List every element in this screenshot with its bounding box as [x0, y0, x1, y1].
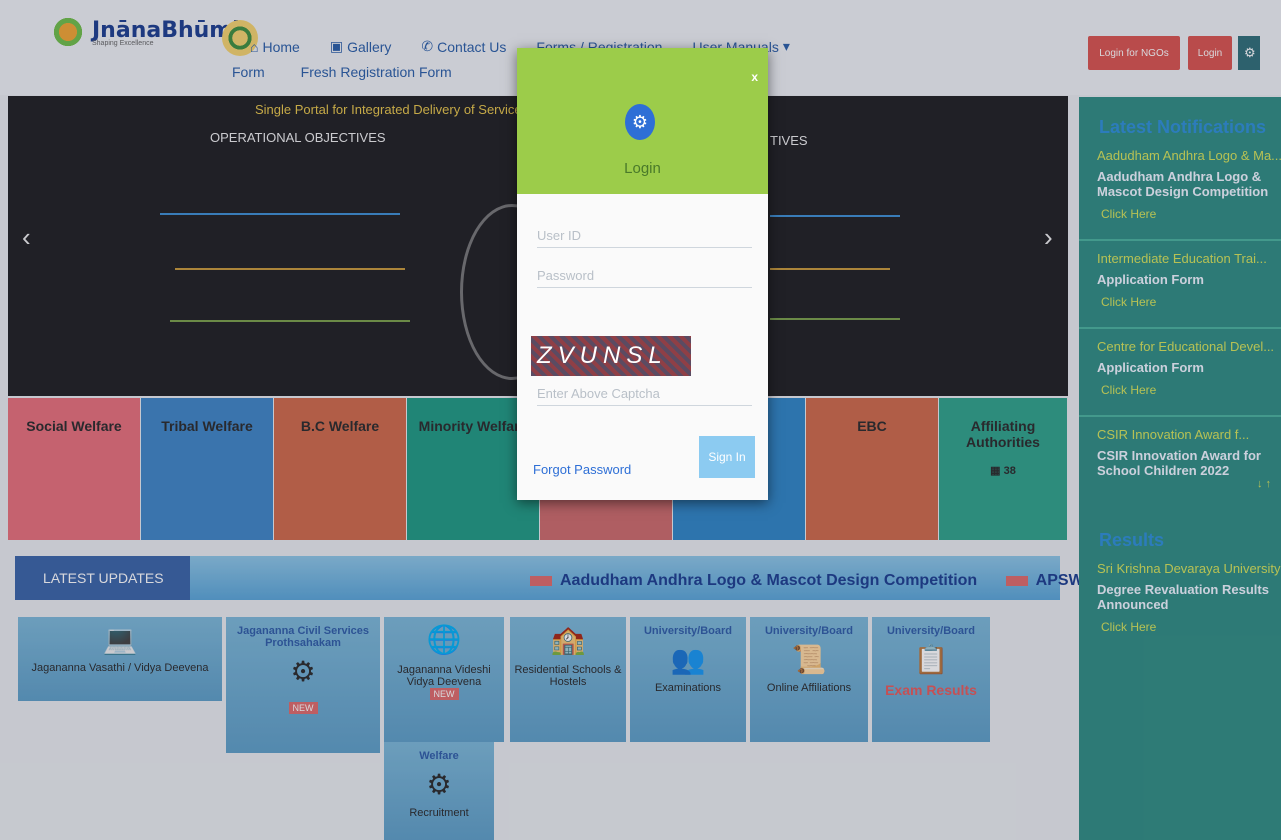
forgot-password-link[interactable]: Forgot Password — [533, 462, 631, 477]
login-modal: x ⚙ Login User ID Password ZVUNSL Enter … — [517, 48, 768, 500]
sign-in-button[interactable]: Sign In — [699, 436, 755, 478]
login-title: Login — [624, 160, 661, 177]
captcha-field[interactable]: Enter Above Captcha — [537, 386, 752, 406]
close-icon[interactable]: x — [751, 70, 758, 84]
user-id-field[interactable]: User ID — [537, 228, 752, 248]
portal-page: JnānaBhūmi Shaping Excellence ⌂ Home ▣ Gal… — [0, 0, 1281, 840]
captcha-image: ZVUNSL — [531, 336, 691, 376]
login-modal-header: x ⚙ Login — [517, 48, 768, 194]
password-field[interactable]: Password — [537, 268, 752, 288]
user-lock-icon: ⚙ — [625, 104, 655, 140]
